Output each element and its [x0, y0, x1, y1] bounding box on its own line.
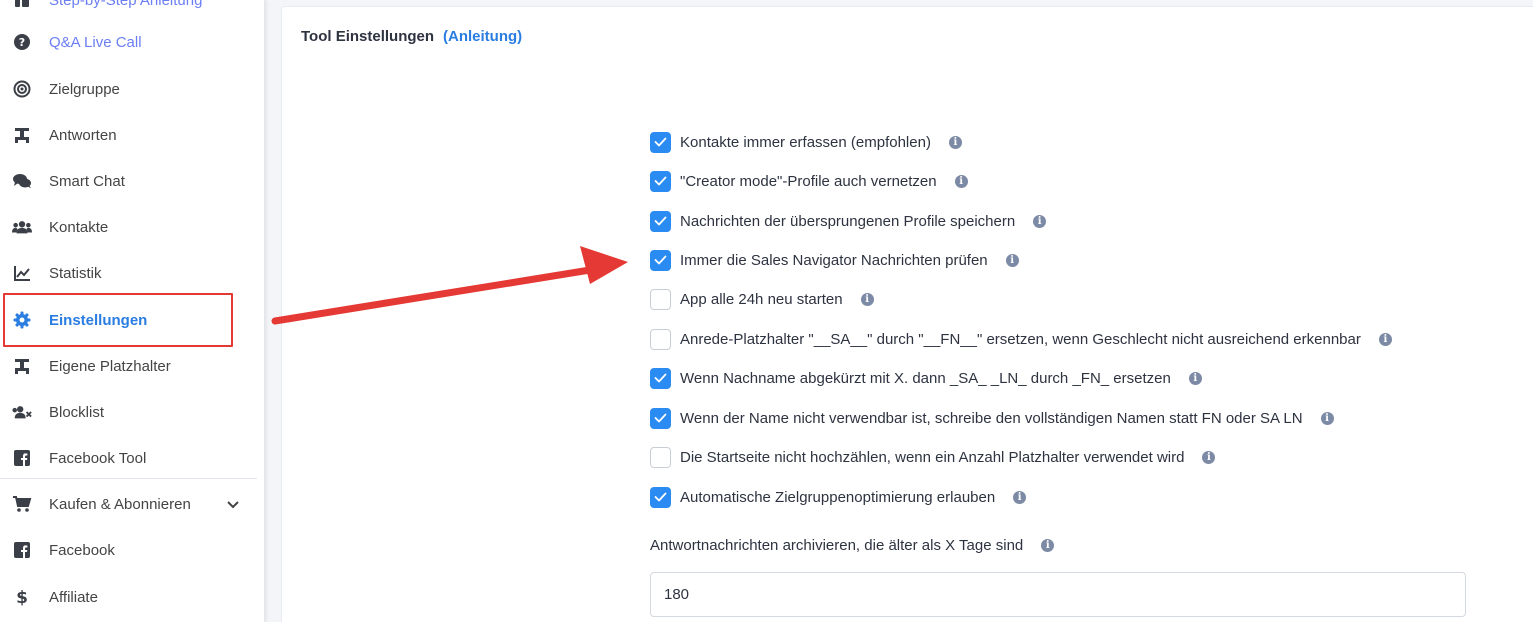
settings-card — [281, 6, 1533, 622]
option-label: Automatische Zielgruppenoptimierung erla… — [680, 488, 996, 506]
sidebar-item-label: Q&A Live Call — [49, 33, 142, 51]
option-row: Wenn Nachname abgekürzt mit X. dann _SA_… — [650, 367, 1202, 389]
sidebar-item-label: Zielgruppe — [49, 80, 120, 98]
checkbox[interactable] — [650, 367, 671, 389]
option-label: "Creator mode"-Profile auch vernetzen — [680, 172, 937, 190]
page-title: Tool Einstellungen — [301, 28, 435, 45]
sidebar-item-label: Kaufen & Abonnieren — [49, 495, 191, 513]
option-row: "Creator mode"-Profile auch vernetzen i — [650, 170, 968, 192]
option-label: App alle 24h neu starten — [680, 290, 843, 308]
users-icon — [12, 217, 32, 237]
info-icon[interactable]: i — [1320, 411, 1334, 425]
checkbox[interactable] — [650, 170, 671, 192]
option-label: Kontakte immer erfassen (empfohlen) — [680, 133, 931, 151]
sidebar-item-label: Kontakte — [49, 218, 109, 236]
sidebar-item-label: Blocklist — [49, 403, 105, 421]
checkbox[interactable] — [650, 288, 671, 310]
info-icon[interactable]: i — [948, 135, 962, 149]
sidebar-item-smart-chat[interactable]: Smart Chat — [0, 161, 257, 201]
sidebar-item-step-by-step[interactable]: Step-by-Step Anleitung — [0, 0, 257, 20]
checkbox[interactable] — [650, 249, 671, 271]
option-row: Immer die Sales Navigator Nachrichten pr… — [650, 249, 1019, 271]
info-icon[interactable]: i — [954, 174, 968, 188]
info-icon[interactable]: i — [860, 292, 874, 306]
checkbox[interactable] — [650, 446, 671, 468]
sidebar-item-label: Affiliate — [49, 588, 98, 606]
info-icon[interactable]: i — [1033, 214, 1047, 228]
svg-text:?: ? — [19, 36, 25, 49]
info-icon[interactable]: i — [1013, 490, 1027, 504]
sidebar-item-label: Antworten — [49, 126, 117, 144]
users-block-icon — [12, 402, 32, 422]
facebook-icon — [12, 540, 32, 560]
option-label: Die Startseite nicht hochzählen, wenn ei… — [680, 448, 1185, 466]
option-label: Immer die Sales Navigator Nachrichten pr… — [680, 251, 988, 269]
svg-text:$: $ — [16, 588, 28, 606]
chat-bubbles-icon — [12, 171, 32, 191]
sidebar-item-label: Smart Chat — [49, 172, 125, 190]
sidebar-item-label: Facebook Tool — [49, 449, 147, 467]
info-icon[interactable]: i — [1005, 253, 1019, 267]
option-label: Wenn Nachname abgekürzt mit X. dann _SA_… — [680, 369, 1171, 387]
chevron-down-icon[interactable] — [224, 495, 242, 513]
sidebar-item-eigene-platzhalter[interactable]: Eigene Platzhalter — [0, 346, 257, 386]
info-icon[interactable]: i — [1202, 450, 1216, 464]
sidebar-item-label: Statistik — [49, 264, 102, 282]
sidebar-item-qa-live-call[interactable]: ? Q&A Live Call — [0, 22, 257, 62]
placeholder-icon — [12, 356, 32, 376]
info-icon[interactable]: i — [1041, 539, 1055, 552]
option-row: App alle 24h neu starten i — [650, 288, 874, 310]
option-label: Wenn der Name nicht verwendbar ist, schr… — [680, 409, 1303, 427]
sidebar-item-label: Eigene Platzhalter — [49, 357, 171, 375]
annotation-highlight-box — [3, 293, 233, 347]
option-row: Anrede-Platzhalter "__SA__" durch "__FN_… — [650, 328, 1392, 350]
sidebar-item-blocklist[interactable]: Blocklist — [0, 392, 257, 432]
option-row: Kontakte immer erfassen (empfohlen) i — [650, 131, 962, 153]
line-chart-icon — [12, 263, 32, 283]
checkbox[interactable] — [650, 210, 671, 232]
sidebar-item-kaufen-abonnieren[interactable]: Kaufen & Abonnieren — [0, 484, 257, 524]
facebook-icon — [12, 448, 32, 468]
guide-link[interactable]: (Anleitung) — [443, 28, 522, 45]
sidebar-item-facebook-tool[interactable]: Facebook Tool — [0, 438, 257, 478]
tools-icon — [12, 0, 32, 10]
checkbox[interactable] — [650, 486, 671, 508]
cart-icon — [12, 494, 32, 514]
sidebar-item-antworten[interactable]: Antworten — [0, 115, 257, 155]
target-icon — [12, 79, 32, 99]
question-circle-icon: ? — [12, 32, 32, 52]
checkbox[interactable] — [650, 131, 671, 153]
sidebar-item-kontakte[interactable]: Kontakte — [0, 207, 257, 247]
checkbox[interactable] — [650, 328, 671, 350]
option-row: Die Startseite nicht hochzählen, wenn ei… — [650, 446, 1216, 468]
sidebar-item-facebook[interactable]: Facebook — [0, 530, 257, 570]
sidebar-item-zielgruppe[interactable]: Zielgruppe — [0, 69, 257, 109]
dollar-icon: $ — [12, 587, 32, 607]
sidebar-item-affiliate[interactable]: $ Affiliate — [0, 577, 257, 617]
option-row: Nachrichten der übersprungenen Profile s… — [650, 210, 1047, 232]
reply-icon — [12, 125, 32, 145]
sidebar-item-label: Step-by-Step Anleitung — [49, 0, 203, 9]
sidebar-item-statistik[interactable]: Statistik — [0, 253, 257, 293]
option-label: Anrede-Platzhalter "__SA__" durch "__FN_… — [680, 330, 1361, 348]
sidebar-item-label: Facebook — [49, 541, 115, 559]
archive-days-label: Antwortnachrichten archivieren, die älte… — [650, 537, 1055, 554]
info-icon[interactable]: i — [1188, 371, 1202, 385]
option-row: Automatische Zielgruppenoptimierung erla… — [650, 486, 1027, 508]
info-icon[interactable]: i — [1378, 332, 1392, 346]
sidebar: Step-by-Step Anleitung ? Q&A Live Call Z… — [0, 0, 265, 622]
checkbox[interactable] — [650, 407, 671, 429]
archive-days-label-text: Antwortnachrichten archivieren, die älte… — [650, 537, 1024, 554]
sidebar-divider — [0, 478, 257, 479]
option-label: Nachrichten der übersprungenen Profile s… — [680, 212, 1016, 230]
archive-days-input[interactable] — [650, 572, 1466, 617]
option-row: Wenn der Name nicht verwendbar ist, schr… — [650, 407, 1334, 429]
